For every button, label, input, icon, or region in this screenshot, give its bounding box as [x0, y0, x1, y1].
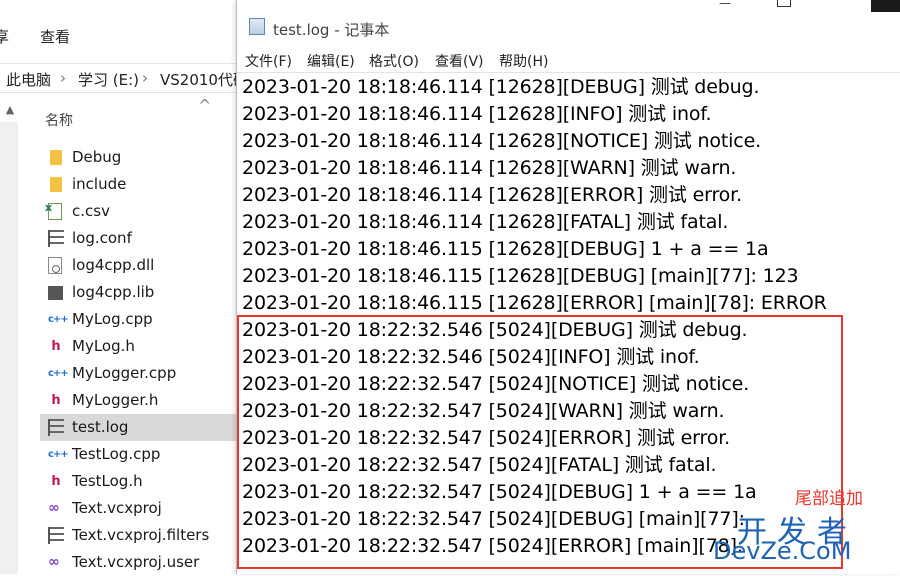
close-button[interactable]: [871, 0, 900, 12]
file-name: MyLogger.cpp: [72, 364, 177, 382]
vs-project-icon: ∞: [48, 554, 60, 570]
file-row[interactable]: c++ MyLogger.cpp: [40, 360, 240, 387]
ribbon-tab-share[interactable]: 享: [0, 26, 9, 47]
log-line: 2023-01-20 18:18:46.114 [12628][DEBUG] 测…: [242, 76, 760, 98]
file-row[interactable]: ∞ Text.vcxproj: [40, 495, 240, 522]
breadcrumb-drive-e[interactable]: 学习 (E:): [78, 69, 139, 90]
file-row[interactable]: c.csv: [40, 198, 240, 225]
chevron-right-icon: ›: [60, 69, 66, 87]
file-row[interactable]: h MyLogger.h: [40, 387, 240, 414]
file-row[interactable]: include: [40, 171, 240, 198]
ribbon-tab-view[interactable]: 查看: [40, 26, 70, 47]
file-row[interactable]: Debug: [40, 144, 240, 171]
cpp-file-icon: c++: [48, 449, 69, 460]
file-row[interactable]: h TestLog.h: [40, 468, 240, 495]
title-bar[interactable]: test.log - 记事本 —: [237, 0, 900, 44]
column-header-name[interactable]: 名称: [45, 110, 73, 130]
file-name: MyLogger.h: [72, 391, 159, 409]
file-name: log.conf: [72, 229, 132, 247]
log-line: 2023-01-20 18:18:46.114 [12628][INFO] 测试…: [242, 103, 712, 125]
breadcrumb-this-pc[interactable]: 此电脑: [6, 69, 51, 90]
file-name: c.csv: [72, 202, 110, 220]
window-title: test.log - 记事本: [273, 21, 390, 39]
csv-file-icon: [45, 201, 62, 220]
header-file-icon: h: [51, 339, 61, 354]
file-row[interactable]: test.log: [40, 414, 240, 441]
file-row[interactable]: c++ MyLog.cpp: [40, 306, 240, 333]
log-line: 2023-01-20 18:18:46.115 [12628][DEBUG] […: [242, 265, 799, 287]
header-file-icon: h: [51, 393, 61, 408]
log-file-icon: [48, 419, 64, 436]
folder-icon: [50, 177, 62, 192]
menu-edit[interactable]: 编辑(E): [307, 51, 355, 71]
file-name: log4cpp.lib: [72, 283, 155, 301]
file-name: include: [72, 175, 127, 193]
text-file-icon: [48, 527, 64, 544]
file-row[interactable]: log4cpp.dll: [40, 252, 240, 279]
text-editor[interactable]: 2023-01-20 18:18:46.114 [12628][DEBUG] 测…: [237, 72, 900, 575]
lib-file-icon: [48, 286, 63, 300]
file-name: test.log: [72, 418, 129, 436]
log-line: 2023-01-20 18:18:46.114 [12628][WARN] 测试…: [242, 157, 737, 179]
log-line: 2023-01-20 18:18:46.115 [12628][ERROR] […: [242, 292, 827, 314]
file-name: MyLog.cpp: [72, 310, 153, 328]
header-file-icon: h: [51, 474, 61, 489]
file-name: TestLog.h: [72, 472, 143, 490]
menu-file[interactable]: 文件(F): [245, 51, 292, 71]
file-row[interactable]: log4cpp.lib: [40, 279, 240, 306]
explorer-ribbon: 享 查看: [0, 0, 240, 60]
file-row[interactable]: log.conf: [40, 225, 240, 252]
file-name: Text.vcxproj.user: [72, 553, 200, 571]
breadcrumb-folder[interactable]: VS2010代码: [160, 69, 248, 90]
file-name: Text.vcxproj: [72, 499, 162, 517]
file-name: MyLog.h: [72, 337, 135, 355]
file-row[interactable]: ∞ Text.vcxproj.user: [40, 549, 240, 576]
file-row[interactable]: Text.vcxproj.filters: [40, 522, 240, 549]
chevron-right-icon: ›: [142, 69, 148, 87]
log-line: 2023-01-20 18:18:46.114 [12628][NOTICE] …: [242, 130, 762, 152]
sort-ascending-icon: ^: [198, 96, 212, 115]
scroll-up-arrow-icon[interactable]: ▲: [0, 100, 20, 120]
file-row[interactable]: c++ TestLog.cpp: [40, 441, 240, 468]
notepad-icon: [249, 18, 265, 35]
file-list: Debug include c.csv log.conf log4cpp.dll log4…: [40, 144, 240, 576]
cpp-file-icon: c++: [48, 314, 69, 325]
file-explorer-window: 享 查看 此电脑 › 学习 (E:) › VS2010代码 ▲ 名称 ^ Deb…: [0, 0, 248, 576]
menu-format[interactable]: 格式(O): [369, 51, 419, 71]
file-name: log4cpp.dll: [72, 256, 155, 274]
menu-help[interactable]: 帮助(H): [499, 51, 548, 71]
navigation-pane-scrollbar[interactable]: [0, 122, 18, 574]
file-name: Debug: [72, 148, 122, 166]
cpp-file-icon: c++: [48, 368, 69, 379]
watermark-english: DevZe.CoM: [713, 537, 852, 565]
file-row[interactable]: h MyLog.h: [40, 333, 240, 360]
vs-project-icon: ∞: [48, 500, 60, 516]
menu-bar: 文件(F) 编辑(E) 格式(O) 查看(V) 帮助(H): [237, 48, 900, 72]
minimize-icon[interactable]: —: [705, 0, 745, 9]
dll-file-icon: [48, 257, 62, 274]
file-name: TestLog.cpp: [72, 445, 161, 463]
address-bar[interactable]: 此电脑 › 学习 (E:) › VS2010代码: [0, 63, 248, 93]
menu-view[interactable]: 查看(V): [435, 51, 484, 71]
notepad-window: test.log - 记事本 — 文件(F) 编辑(E) 格式(O) 查看(V)…: [236, 0, 900, 574]
log-line: 2023-01-20 18:18:46.114 [12628][ERROR] 测…: [242, 184, 742, 206]
maximize-icon[interactable]: [777, 0, 791, 7]
append-annotation: 尾部追加: [795, 489, 863, 509]
folder-icon: [50, 150, 62, 165]
log-line: 2023-01-20 18:18:46.115 [12628][DEBUG] 1…: [242, 238, 769, 260]
file-name: Text.vcxproj.filters: [72, 526, 210, 544]
text-file-icon: [48, 230, 64, 247]
log-line: 2023-01-20 18:18:46.114 [12628][FATAL] 测…: [242, 211, 729, 233]
